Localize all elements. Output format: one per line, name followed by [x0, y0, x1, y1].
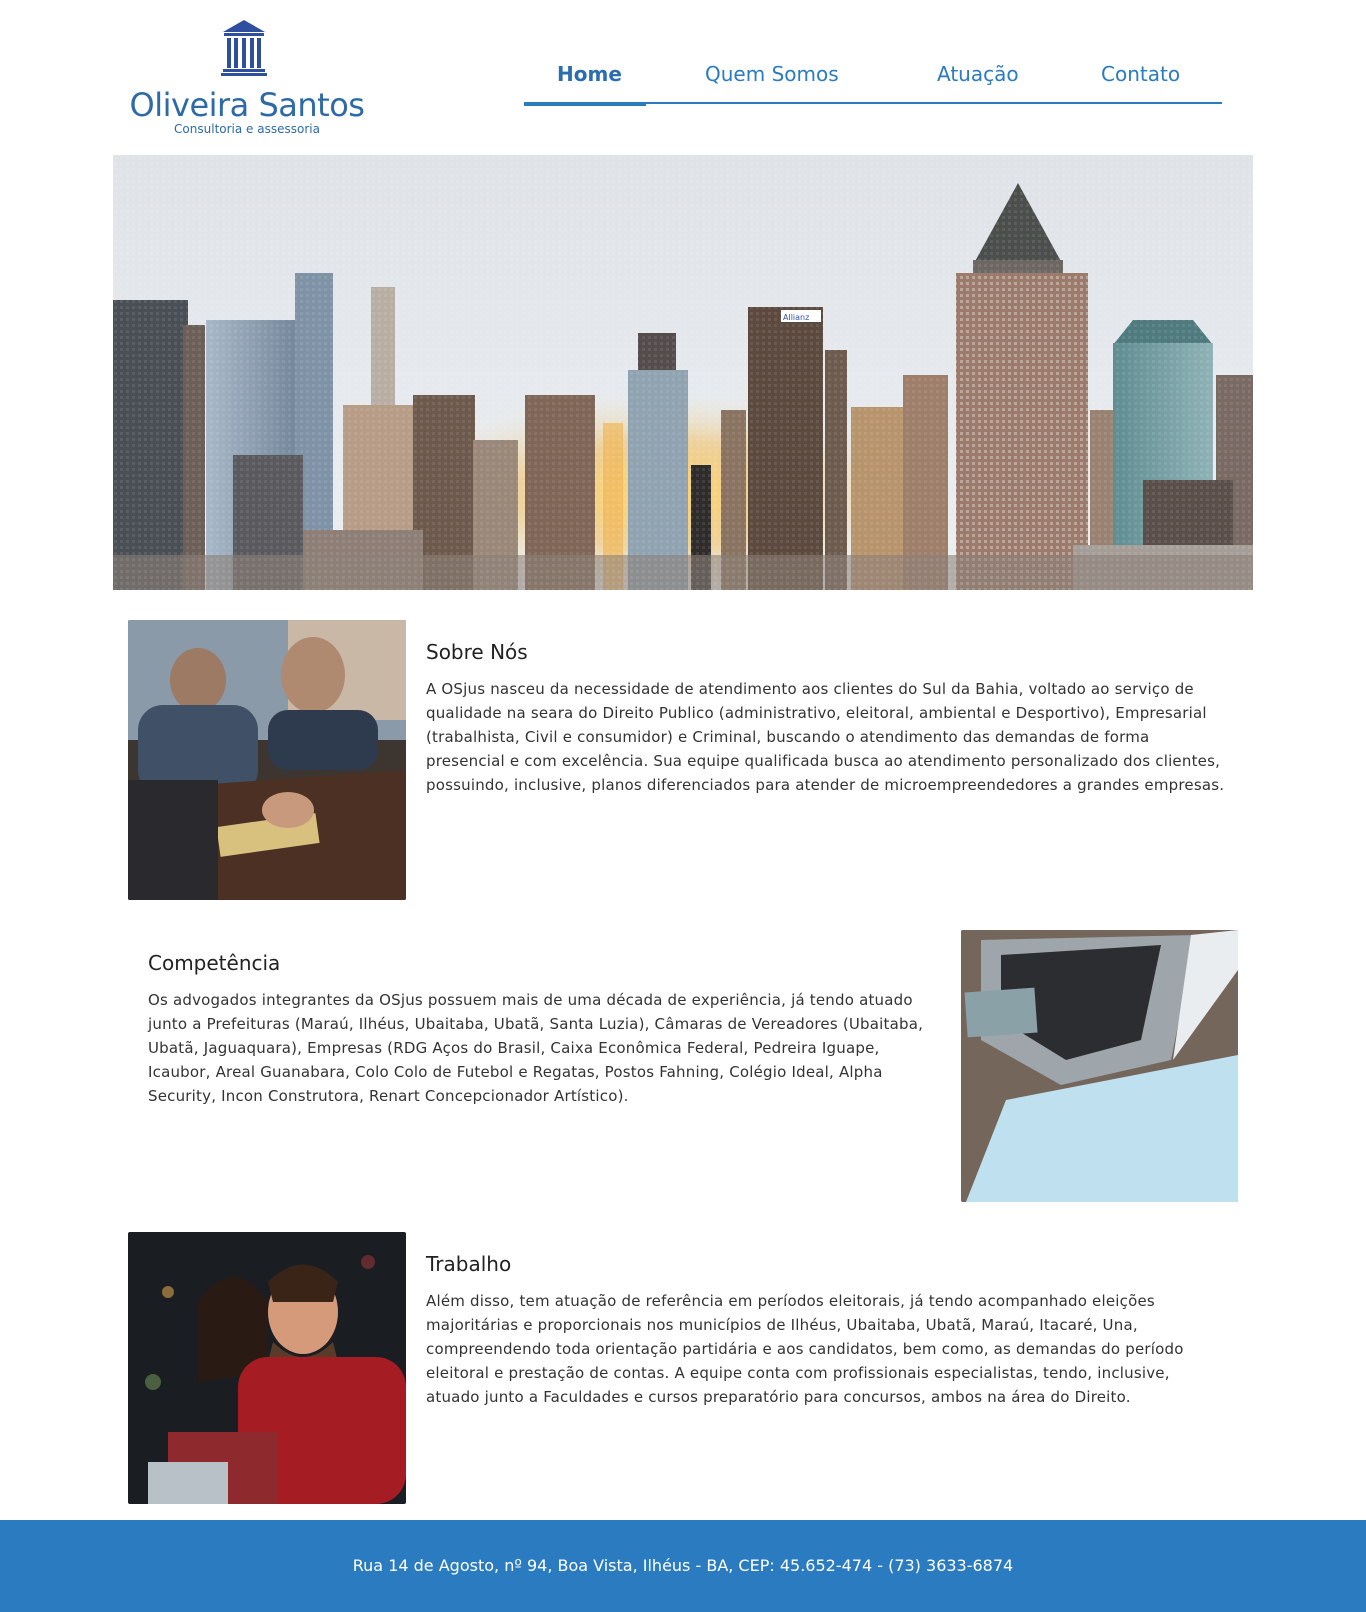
- brand-name: Oliveira Santos: [129, 86, 365, 124]
- footer: Rua 14 de Agosto, nº 94, Boa Vista, Ilhé…: [0, 1520, 1366, 1612]
- hero-image-skyline: Allianz: [113, 155, 1253, 590]
- nav-contato[interactable]: Contato: [1101, 62, 1180, 86]
- sobre-nos-image: [128, 620, 406, 900]
- trabalho-title: Trabalho: [426, 1252, 512, 1276]
- competencia-image: [961, 930, 1238, 1202]
- meeting-photo: [128, 620, 406, 900]
- skyline-illustration: Allianz: [113, 155, 1253, 590]
- courthouse-icon: [221, 20, 267, 76]
- brand-logo[interactable]: Oliveira Santos Consultoria e assessoria: [125, 18, 370, 138]
- footer-address: Rua 14 de Agosto, nº 94, Boa Vista, Ilhé…: [352, 1556, 1014, 1575]
- nav-home[interactable]: Home: [557, 62, 622, 86]
- nav-quem-somos[interactable]: Quem Somos: [705, 62, 839, 86]
- main-nav: Home Quem Somos Atuação Contato: [524, 54, 1222, 106]
- competencia-title: Competência: [148, 951, 281, 975]
- laptop-photo: [961, 930, 1238, 1202]
- sobre-nos-title: Sobre Nós: [426, 640, 528, 664]
- competencia-text: Os advogados integrantes da OSjus possue…: [148, 991, 924, 1105]
- couple-photo: [128, 1232, 406, 1504]
- brand-tagline: Consultoria e assessoria: [174, 122, 320, 136]
- nav-atuacao[interactable]: Atuação: [937, 62, 1019, 86]
- trabalho-text: Além disso, tem atuação de referência em…: [426, 1292, 1184, 1406]
- trabalho-image: [128, 1232, 406, 1504]
- sobre-nos-text: A OSjus nasceu da necessidade de atendim…: [426, 680, 1225, 794]
- nav-active-indicator: [524, 102, 646, 106]
